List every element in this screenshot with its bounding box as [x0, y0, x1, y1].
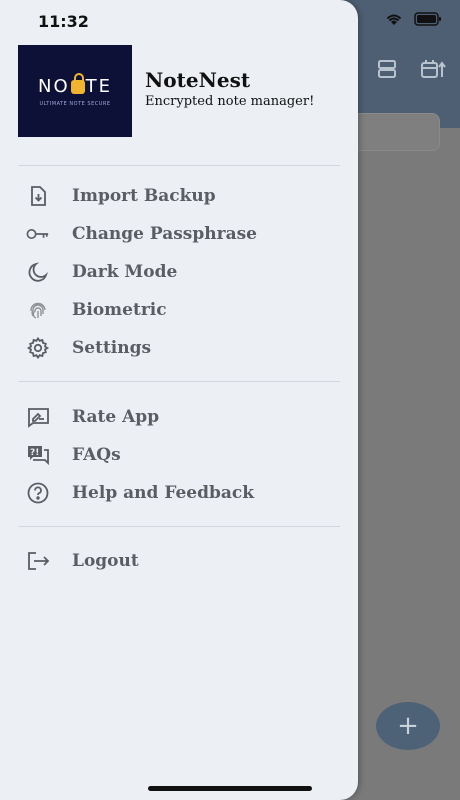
menu-item-label: Dark Mode — [72, 262, 178, 282]
add-note-button[interactable]: + — [376, 702, 440, 750]
menu-item-logout[interactable]: Logout — [0, 542, 358, 580]
menu-item-rate-app[interactable]: Rate App — [0, 398, 358, 436]
menu-item-faqs[interactable]: ?! FAQs — [0, 436, 358, 474]
tertiary-menu: Logout — [0, 542, 358, 580]
menu-item-label: Import Backup — [72, 186, 216, 206]
import-file-icon — [26, 184, 50, 208]
menu-item-label: Logout — [72, 551, 139, 571]
help-icon — [26, 481, 50, 505]
divider — [18, 165, 340, 166]
menu-item-label: Rate App — [72, 407, 160, 427]
battery-icon — [414, 12, 441, 26]
menu-item-settings[interactable]: Settings — [0, 329, 358, 367]
menu-item-label: Settings — [72, 338, 152, 358]
primary-menu: Import Backup Change Passphrase Dark Mod… — [0, 177, 358, 367]
menu-item-label: Help and Feedback — [72, 483, 255, 503]
app-subtitle: Encrypted note manager! — [145, 94, 315, 109]
navigation-drawer: 11:32 NO TE ULTIMATE NOTE SECURE NoteNest… — [0, 0, 358, 800]
logout-icon — [26, 549, 50, 573]
menu-item-change-passphrase[interactable]: Change Passphrase — [0, 215, 358, 253]
app-logo: NO TE ULTIMATE NOTE SECURE — [18, 45, 132, 137]
menu-item-label: Biometric — [72, 300, 167, 320]
view-toggle-icon[interactable] — [376, 58, 398, 80]
logo-tagline: ULTIMATE NOTE SECURE — [39, 100, 111, 107]
menu-item-dark-mode[interactable]: Dark Mode — [0, 253, 358, 291]
svg-text:?!: ?! — [30, 448, 39, 458]
key-icon — [26, 222, 50, 246]
home-indicator — [148, 786, 312, 791]
toolbar-icons — [376, 58, 446, 80]
sort-by-date-icon[interactable] — [420, 58, 446, 80]
fingerprint-icon — [26, 298, 50, 322]
menu-item-biometric[interactable]: Biometric — [0, 291, 358, 329]
rate-icon — [26, 405, 50, 429]
menu-item-label: Change Passphrase — [72, 224, 257, 244]
wifi-icon — [386, 14, 402, 25]
gear-icon — [26, 336, 50, 360]
menu-item-help-and-feedback[interactable]: Help and Feedback — [0, 474, 358, 512]
app-name: NoteNest — [145, 68, 251, 92]
status-icons — [384, 12, 442, 26]
logo-wordmark: NO TE — [37, 72, 112, 97]
menu-item-label: FAQs — [72, 445, 121, 465]
faq-icon: ?! — [26, 443, 50, 467]
status-time: 11:32 — [38, 12, 89, 31]
divider — [18, 381, 340, 382]
menu-item-import-backup[interactable]: Import Backup — [0, 177, 358, 215]
moon-icon — [26, 260, 50, 284]
lock-icon — [70, 72, 85, 94]
secondary-menu: Rate App ?! FAQs Help and Feedback — [0, 398, 358, 512]
divider — [18, 526, 340, 527]
